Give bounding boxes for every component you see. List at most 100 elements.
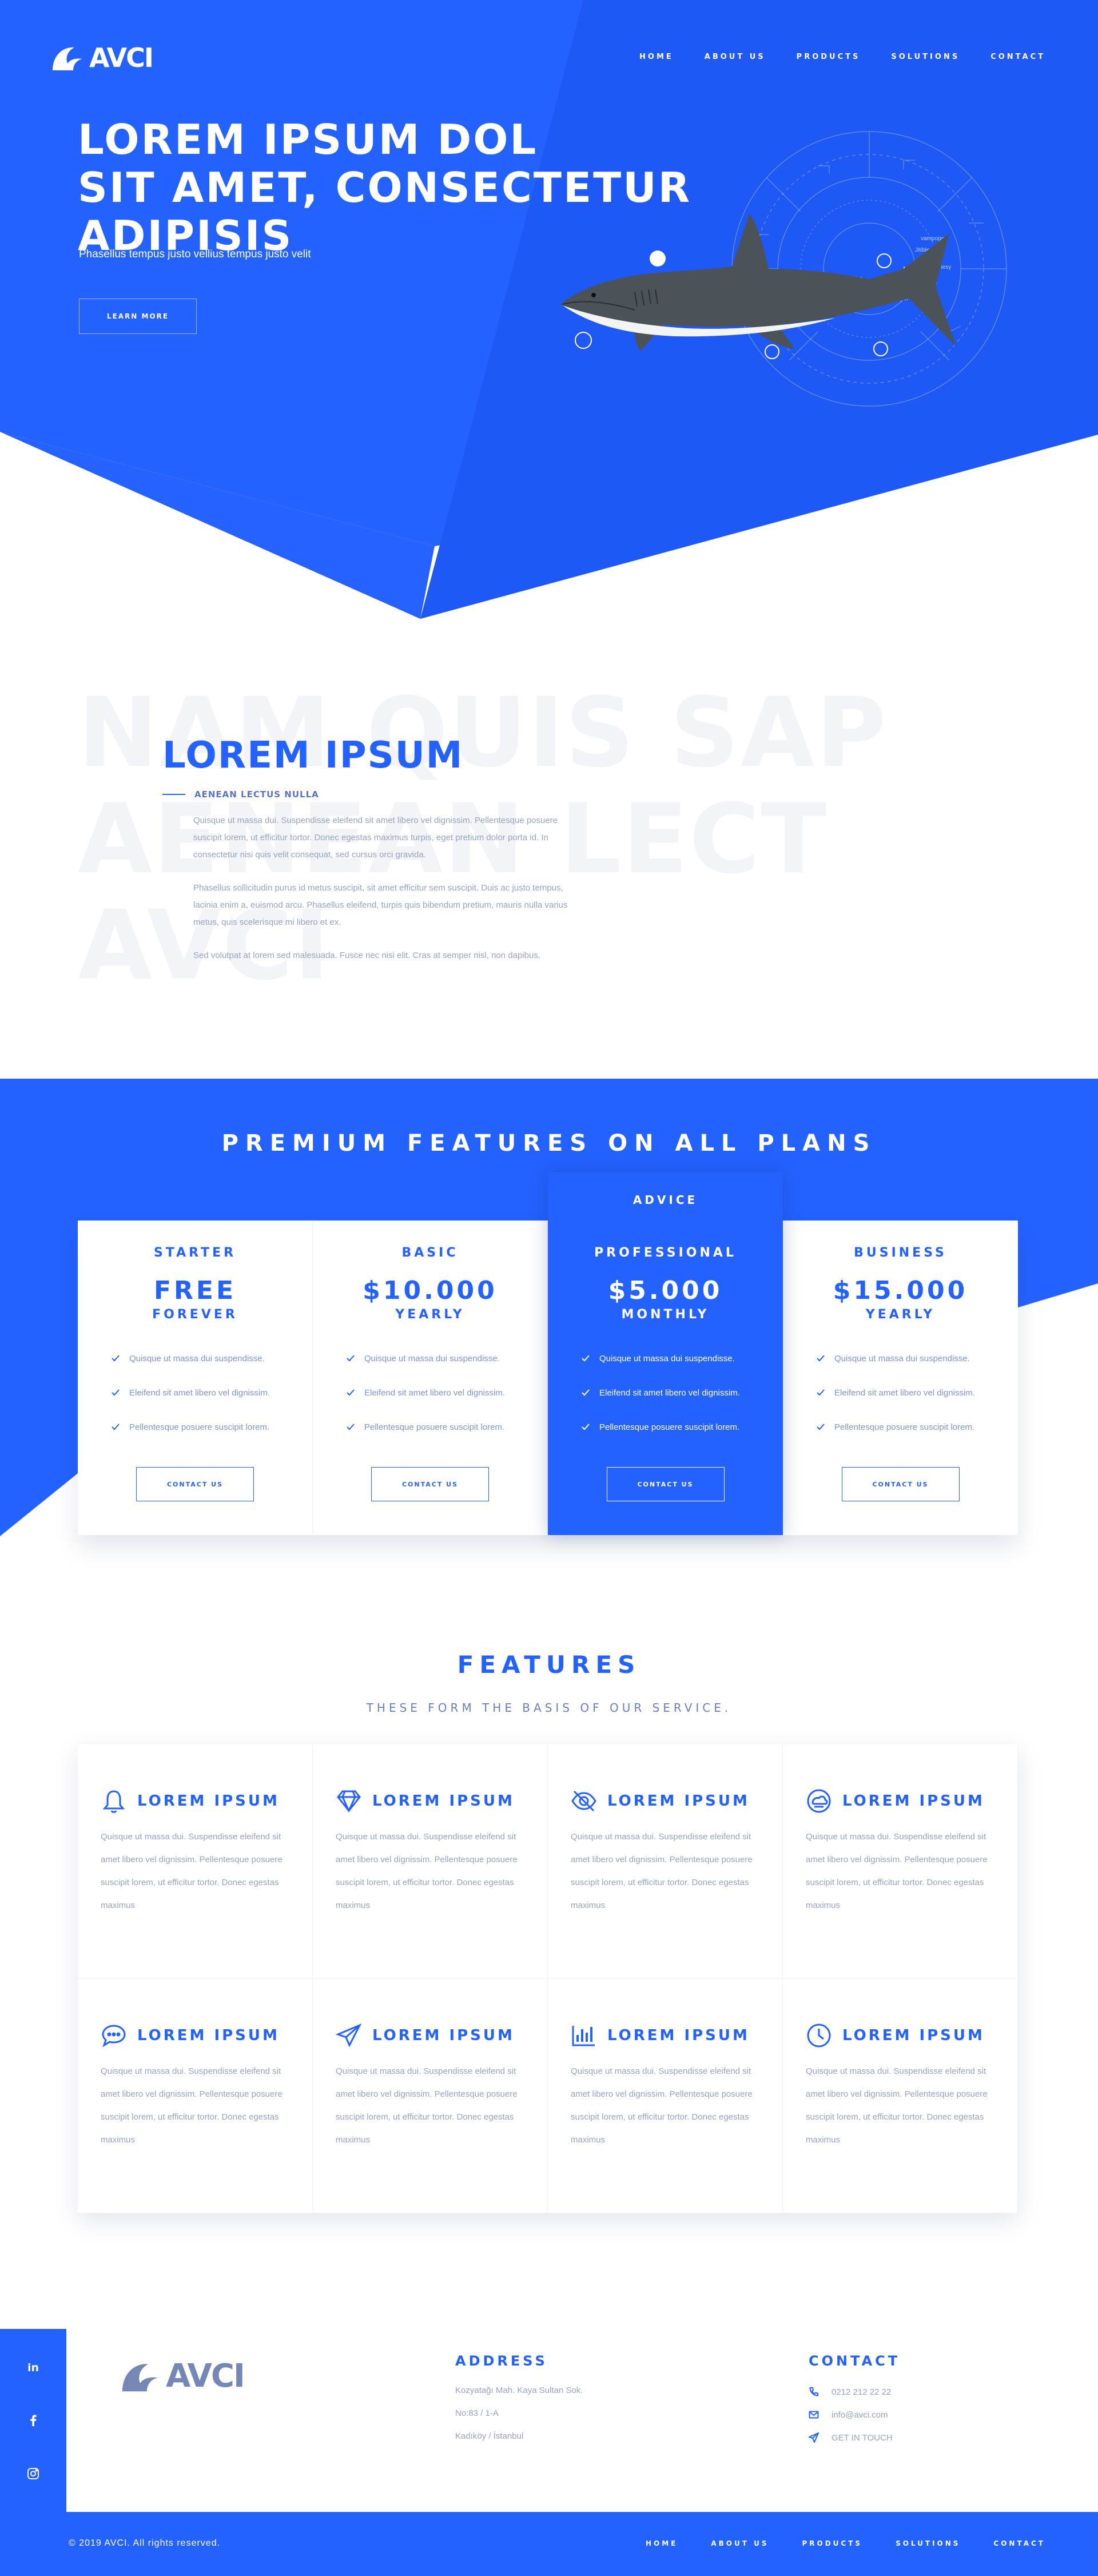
- plan-feature: Quisque ut massa dui suspendisse.: [346, 1341, 547, 1376]
- learn-more-button[interactable]: LEARN MORE: [79, 299, 197, 334]
- plan-period: MONTHLY: [621, 1307, 710, 1322]
- plan-feature-text: Eleifend sit amet libero vel dignissim.: [129, 1388, 270, 1398]
- plan-feature-text: Eleifend sit amet libero vel dignissim.: [364, 1388, 505, 1398]
- clock-icon: [807, 2024, 831, 2048]
- address-block: Kozyatağı Mah. Kaya Sultan Sok. No:83 / …: [455, 2379, 583, 2448]
- contact-us-button[interactable]: CONTACT US: [371, 1467, 489, 1501]
- about-title: LOREM IPSUM: [162, 734, 464, 777]
- plan-price: $5.000: [608, 1276, 723, 1305]
- feature-card: LOREM IPSUM Quisque ut massa dui. Suspen…: [548, 1979, 783, 2213]
- contact-mail[interactable]: info@avci.com: [809, 2403, 893, 2426]
- feature-title: LOREM IPSUM: [607, 1792, 750, 1810]
- instagram-icon[interactable]: [26, 2467, 40, 2480]
- plan-feature-text: Eleifend sit amet libero vel dignissim.: [599, 1388, 740, 1398]
- feature-text: Quisque ut massa dui. Suspendisse eleife…: [336, 2066, 518, 2145]
- nav-about-us[interactable]: ABOUT US: [705, 53, 766, 61]
- contact-block: 0212 212 22 22 info@avci.com GET IN TOUC…: [809, 2380, 893, 2449]
- plan-card-starter: STARTER FREE FOREVER Quisque ut massa du…: [78, 1221, 313, 1535]
- feature-text: Quisque ut massa dui. Suspendisse eleife…: [571, 2066, 753, 2145]
- crescent-bird-icon: [53, 47, 82, 70]
- check-icon: [347, 1355, 355, 1362]
- footer-nav-about-us[interactable]: ABOUT US: [711, 2539, 769, 2547]
- pricing-plans: STARTER FREE FOREVER Quisque ut massa du…: [78, 1172, 1018, 1535]
- check-icon: [817, 1355, 825, 1362]
- plan-feature-list: Quisque ut massa dui suspendisse. Eleife…: [783, 1341, 1018, 1444]
- linkedin-icon[interactable]: in: [26, 2360, 40, 2374]
- hero-title: LOREM IPSUM DOL SIT AMET, CONSECTETUR AD…: [78, 116, 707, 260]
- contact-us-button[interactable]: CONTACT US: [606, 1467, 725, 1501]
- about-subtitle: AENEAN LECTUS NULLA: [194, 789, 319, 800]
- features-subtitle: THESE FORM THE BASIS OF OUR SERVICE.: [366, 1701, 732, 1715]
- contact-get-in-touch[interactable]: GET IN TOUCH: [809, 2426, 893, 2449]
- bar-chart-icon: [572, 2026, 595, 2046]
- copyright: © 2019 AVCI. All rights reserved.: [69, 2538, 221, 2548]
- check-icon: [112, 1389, 120, 1396]
- address-line: Kozyatağı Mah. Kaya Sultan Sok.: [455, 2386, 583, 2395]
- plan-price: FREE: [153, 1276, 237, 1305]
- plan-name: BUSINESS: [854, 1246, 947, 1260]
- plan-feature-text: Quisque ut massa dui suspendisse.: [834, 1353, 970, 1363]
- plan-feature: Eleifend sit amet libero vel dignissim.: [816, 1376, 1018, 1410]
- plan-name: PROFESSIONAL: [594, 1246, 737, 1260]
- plan-feature-text: Pellentesque posuere suscipit lorem.: [834, 1422, 975, 1432]
- feature-text: Quisque ut massa dui. Suspendisse eleife…: [806, 1832, 988, 1910]
- feature-card: LOREM IPSUM Quisque ut massa dui. Suspen…: [313, 1744, 548, 1979]
- feature-text: Quisque ut massa dui. Suspendisse eleife…: [806, 2066, 988, 2145]
- check-icon: [582, 1389, 590, 1396]
- nav-products[interactable]: PRODUCTS: [797, 53, 861, 61]
- footer-nav-solutions[interactable]: SOLUTIONS: [896, 2539, 960, 2547]
- plan-card-basic: BASIC $10.000 YEARLY Quisque ut massa du…: [313, 1221, 548, 1535]
- feature-card: LOREM IPSUM Quisque ut massa dui. Suspen…: [783, 1744, 1018, 1979]
- check-icon: [347, 1389, 355, 1396]
- feature-text: Quisque ut massa dui. Suspendisse eleife…: [336, 1832, 518, 1910]
- header-logo[interactable]: AVCI: [50, 42, 154, 73]
- plan-feature-list: Quisque ut massa dui suspendisse. Eleife…: [78, 1341, 312, 1444]
- footer-nav-contact[interactable]: CONTACT: [993, 2539, 1045, 2547]
- plan-feature: Pellentesque posuere suscipit lorem.: [581, 1410, 783, 1444]
- plan-feature: Pellentesque posuere suscipit lorem.: [816, 1410, 1018, 1444]
- nav-solutions[interactable]: SOLUTIONS: [891, 53, 960, 61]
- feature-card: LOREM IPSUM Quisque ut massa dui. Suspen…: [313, 1979, 548, 2213]
- contact-phone[interactable]: 0212 212 22 22: [809, 2380, 893, 2403]
- plan-period: FOREVER: [152, 1307, 238, 1322]
- plan-feature-text: Eleifend sit amet libero vel dignissim.: [834, 1388, 975, 1398]
- hero-subtitle: Phasellus tempus justo vellius tempus ju…: [79, 248, 311, 260]
- feature-text: Quisque ut massa dui. Suspendisse eleife…: [101, 2066, 283, 2145]
- about-subtitle-row: AENEAN LECTUS NULLA: [162, 789, 319, 800]
- feature-title: LOREM IPSUM: [842, 2027, 985, 2044]
- check-icon: [112, 1355, 120, 1362]
- feature-title: LOREM IPSUM: [842, 1792, 985, 1810]
- address-title: ADDRESS: [455, 2353, 548, 2369]
- address-line: No:83 / 1-A: [455, 2408, 499, 2418]
- diamond-icon: [337, 1790, 361, 1813]
- address-line: Kadıköy / İstanbul: [455, 2431, 524, 2441]
- footer-nav-home[interactable]: HOME: [646, 2539, 678, 2547]
- brand-name: AVCI: [89, 42, 154, 73]
- feature-title: LOREM IPSUM: [607, 2027, 750, 2044]
- crescent-bird-icon: [122, 2363, 158, 2391]
- contact-text: GET IN TOUCH: [832, 2432, 893, 2443]
- footer-nav-products[interactable]: PRODUCTS: [802, 2539, 862, 2547]
- check-icon: [582, 1355, 590, 1362]
- feature-title: LOREM IPSUM: [372, 1792, 515, 1810]
- feature-card: LOREM IPSUM Quisque ut massa dui. Suspen…: [78, 1744, 313, 1979]
- plan-feature-text: Pellentesque posuere suscipit lorem.: [364, 1422, 505, 1432]
- contact-us-button[interactable]: CONTACT US: [841, 1467, 960, 1501]
- plan-feature: Quisque ut massa dui suspendisse.: [111, 1341, 312, 1376]
- feature-title: LOREM IPSUM: [372, 2027, 515, 2044]
- feature-card: LOREM IPSUM Quisque ut massa dui. Suspen…: [78, 1979, 313, 2213]
- feature-card: LOREM IPSUM Quisque ut massa dui. Suspen…: [548, 1744, 783, 1979]
- contact-us-button[interactable]: CONTACT US: [136, 1467, 254, 1501]
- facebook-icon[interactable]: [26, 2414, 40, 2427]
- nav-contact[interactable]: CONTACT: [990, 53, 1045, 61]
- send-icon: [809, 2432, 819, 2443]
- check-icon: [817, 1389, 825, 1396]
- check-icon: [582, 1424, 590, 1430]
- plan-name: BASIC: [401, 1246, 459, 1260]
- footer-logo[interactable]: AVCI: [119, 2358, 245, 2395]
- paper-plane-icon: [336, 2024, 362, 2048]
- nav-home[interactable]: HOME: [639, 53, 674, 61]
- about-body: Quisque ut massa dui. Suspendisse eleife…: [193, 812, 576, 980]
- pricing-title: PREMIUM FEATURES ON ALL PLANS: [221, 1130, 877, 1156]
- mail-icon: [809, 2411, 819, 2419]
